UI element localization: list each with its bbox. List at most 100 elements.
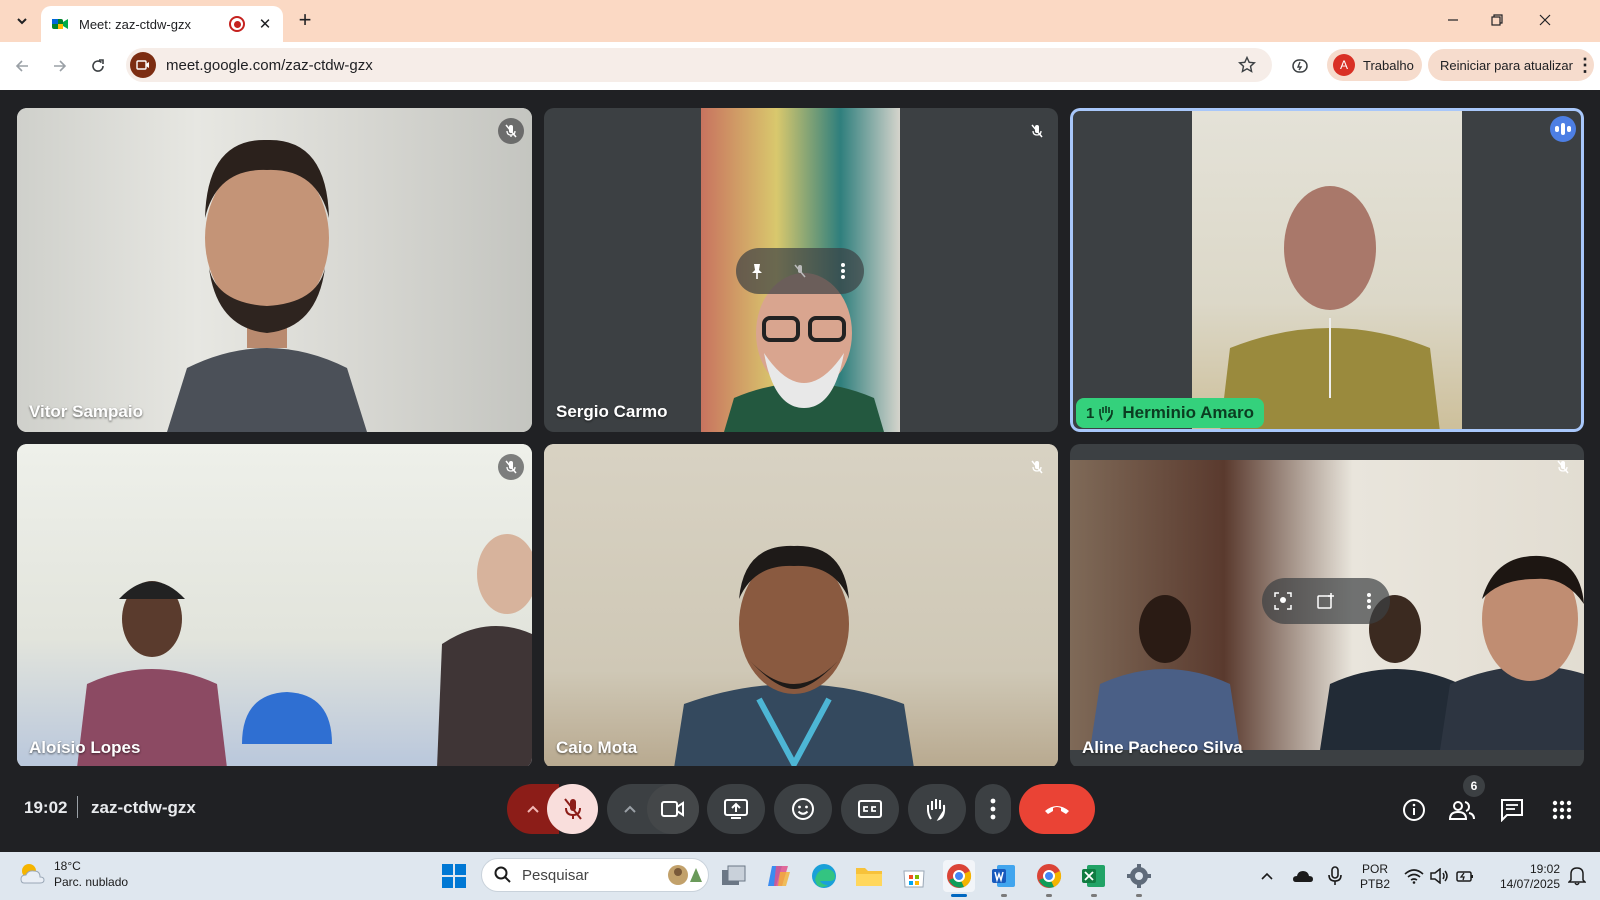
participant-tile[interactable]: 1 Herminio Amaro: [1070, 108, 1584, 432]
taskbar-search[interactable]: Pesquisar: [481, 858, 709, 892]
participant-tile[interactable]: Sergio Carmo: [544, 108, 1058, 432]
chrome-app-active[interactable]: [943, 860, 975, 897]
participant-figure: [1220, 186, 1440, 432]
participant-tile[interactable]: Aloísio Lopes: [17, 444, 532, 768]
tile-hover-controls: [736, 248, 864, 294]
raised-hand-badge: 1 Herminio Amaro: [1076, 398, 1264, 428]
more-vert-icon: [990, 798, 996, 820]
google-meet-icon: [52, 19, 68, 29]
add-to-screen-icon[interactable]: [1311, 586, 1341, 616]
update-button[interactable]: Reiniciar para atualizar ⋮: [1428, 49, 1594, 81]
speaking-indicator: [1550, 116, 1576, 142]
microphone-toggle-button[interactable]: [547, 784, 598, 834]
more-vert-icon[interactable]: [828, 256, 858, 286]
task-view-icon: [722, 865, 746, 885]
camera-icon: [136, 60, 149, 70]
browser-tab-meet[interactable]: Meet: zaz-ctdw-gzx ✕: [41, 6, 283, 42]
mic-off-icon[interactable]: [785, 256, 815, 286]
weather-widget[interactable]: 18°C Parc. nublado: [18, 858, 128, 890]
present-screen-button[interactable]: [707, 784, 765, 834]
search-placeholder: Pesquisar: [522, 866, 589, 884]
meeting-control-bar: 19:02 zaz-ctdw-gzx: [0, 766, 1600, 852]
settings-app[interactable]: [1123, 860, 1155, 897]
close-tab-icon[interactable]: ✕: [257, 15, 273, 33]
folder-icon: [856, 868, 882, 886]
more-vert-icon[interactable]: [1354, 586, 1384, 616]
excel-app[interactable]: [1078, 860, 1110, 897]
pin-icon[interactable]: [742, 256, 772, 286]
participant-figure: [1440, 555, 1584, 750]
leave-call-button[interactable]: [1019, 784, 1095, 834]
chevron-down-icon: [17, 18, 27, 25]
frame-person-icon[interactable]: [1268, 586, 1298, 616]
minimize-button[interactable]: [1438, 8, 1468, 32]
reactions-button[interactable]: [774, 784, 832, 834]
bookmark-star-button[interactable]: [1236, 54, 1258, 76]
people-button[interactable]: [1448, 796, 1476, 824]
meeting-details-button[interactable]: [1400, 796, 1428, 824]
new-tab-button[interactable]: +: [292, 8, 318, 34]
system-clock[interactable]: 19:02 14/07/2025: [1490, 862, 1560, 892]
restore-button[interactable]: [1482, 8, 1512, 32]
browser-tab-strip: Meet: zaz-ctdw-gzx ✕ +: [0, 0, 1600, 42]
profile-button[interactable]: A Trabalho: [1327, 49, 1422, 81]
start-button[interactable]: [438, 860, 470, 892]
raise-hand-button[interactable]: [908, 784, 966, 834]
present-to-all-icon: [724, 799, 748, 819]
emoji-icon: [792, 798, 814, 820]
search-highlight-icon: [668, 865, 702, 885]
battery-charging-icon: [1456, 871, 1473, 882]
address-bar[interactable]: meet.google.com/zaz-ctdw-gzx: [126, 48, 1272, 82]
extensions-button[interactable]: [1288, 54, 1312, 78]
notifications-button[interactable]: [1568, 852, 1586, 900]
microphone-tray-icon[interactable]: [1328, 852, 1342, 900]
task-view-button[interactable]: [718, 860, 750, 892]
more-vert-icon[interactable]: ⋮: [1576, 55, 1594, 76]
tab-search-button[interactable]: [9, 8, 35, 34]
chrome-icon: [1037, 864, 1062, 888]
microphone-controls: [507, 784, 598, 834]
url-text[interactable]: meet.google.com/zaz-ctdw-gzx: [166, 57, 1236, 74]
camera-toggle-button[interactable]: [647, 784, 699, 834]
speaker-icon: [1430, 868, 1448, 884]
close-window-button[interactable]: [1530, 8, 1560, 32]
battery-tray-icon[interactable]: [1456, 852, 1474, 900]
chrome-app[interactable]: [1033, 860, 1065, 897]
arrow-left-icon: [15, 60, 28, 72]
partly-cloudy-icon: [20, 864, 45, 884]
more-options-button[interactable]: [975, 784, 1011, 834]
windows-taskbar: 18°C Parc. nublado Pesquisar POR PTB2 19…: [0, 852, 1600, 900]
cloud-sync-icon: [1293, 871, 1313, 882]
copilot-app[interactable]: [763, 860, 795, 892]
avatar: A: [1333, 54, 1355, 76]
participant-name: Aloísio Lopes: [29, 738, 141, 757]
file-explorer-app[interactable]: [853, 860, 885, 892]
store-app[interactable]: [898, 860, 930, 892]
app-indicator: [1001, 894, 1007, 897]
onedrive-tray-icon[interactable]: [1292, 852, 1314, 900]
participant-name: Sergio Carmo: [556, 402, 668, 421]
edge-app[interactable]: [808, 860, 840, 892]
tray-overflow-button[interactable]: [1260, 852, 1274, 900]
back-button[interactable]: [10, 54, 34, 78]
captions-button[interactable]: [841, 784, 899, 834]
network-tray-icon[interactable]: [1404, 852, 1424, 900]
app-indicator: [1046, 894, 1052, 897]
word-app[interactable]: [988, 860, 1020, 897]
activities-button[interactable]: [1548, 796, 1576, 824]
chevron-up-icon: [624, 805, 636, 813]
mic-off-icon: [1557, 460, 1569, 474]
site-info-icon[interactable]: [130, 52, 156, 78]
input-language-indicator[interactable]: POR PTB2: [1360, 862, 1390, 892]
participant-tile[interactable]: Vitor Sampaio: [17, 108, 532, 432]
mic-off-icon: [563, 798, 582, 820]
participant-tile[interactable]: Aline Pacheco Silva: [1070, 444, 1584, 768]
chat-button[interactable]: [1498, 796, 1526, 824]
participant-tile[interactable]: Caio Mota: [544, 444, 1058, 768]
browser-toolbar: meet.google.com/zaz-ctdw-gzx A Trabalho …: [0, 42, 1600, 90]
reload-button[interactable]: [86, 54, 110, 78]
forward-button[interactable]: [48, 54, 72, 78]
hand-count: 1: [1086, 404, 1095, 422]
participant-figure: [167, 139, 367, 432]
volume-tray-icon[interactable]: [1430, 852, 1450, 900]
